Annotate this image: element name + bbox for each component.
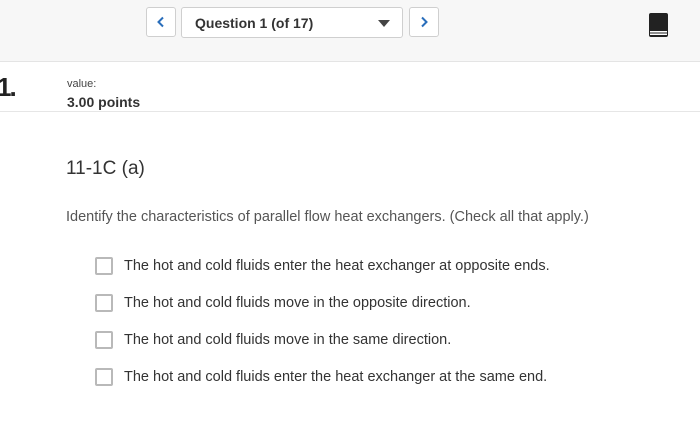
answer-option-label: The hot and cold fluids move in the oppo…	[124, 295, 471, 311]
chevron-left-icon	[157, 16, 164, 28]
answer-option[interactable]: The hot and cold fluids move in the oppo…	[95, 292, 471, 314]
question-prompt: Identify the characteristics of parallel…	[66, 209, 589, 225]
answer-option[interactable]: The hot and cold fluids move in the same…	[95, 329, 451, 351]
checkbox[interactable]	[95, 294, 113, 312]
question-nav-bar: Question 1 (of 17)	[0, 0, 700, 62]
caret-down-icon	[378, 20, 390, 27]
answer-option[interactable]: The hot and cold fluids enter the heat e…	[95, 366, 547, 388]
question-selector-dropdown[interactable]: Question 1 (of 17)	[181, 7, 403, 38]
value-label: value:	[67, 78, 97, 90]
answer-option-label: The hot and cold fluids enter the heat e…	[124, 258, 550, 274]
answer-option-label: The hot and cold fluids move in the same…	[124, 332, 452, 348]
divider	[0, 111, 700, 112]
book-icon[interactable]	[648, 12, 670, 38]
question-title: 11-1C (a)	[66, 158, 145, 179]
checkbox[interactable]	[95, 331, 113, 349]
answer-option[interactable]: The hot and cold fluids enter the heat e…	[95, 255, 550, 277]
question-selector-label: Question 1 (of 17)	[195, 15, 314, 31]
answer-option-label: The hot and cold fluids enter the heat e…	[124, 369, 548, 385]
checkbox[interactable]	[95, 257, 113, 275]
next-question-button[interactable]	[409, 7, 439, 37]
checkbox[interactable]	[95, 368, 113, 386]
previous-question-button[interactable]	[146, 7, 176, 37]
question-number: 1.	[0, 72, 17, 102]
points-value: 3.00 points	[67, 94, 141, 110]
chevron-right-icon	[421, 16, 428, 28]
